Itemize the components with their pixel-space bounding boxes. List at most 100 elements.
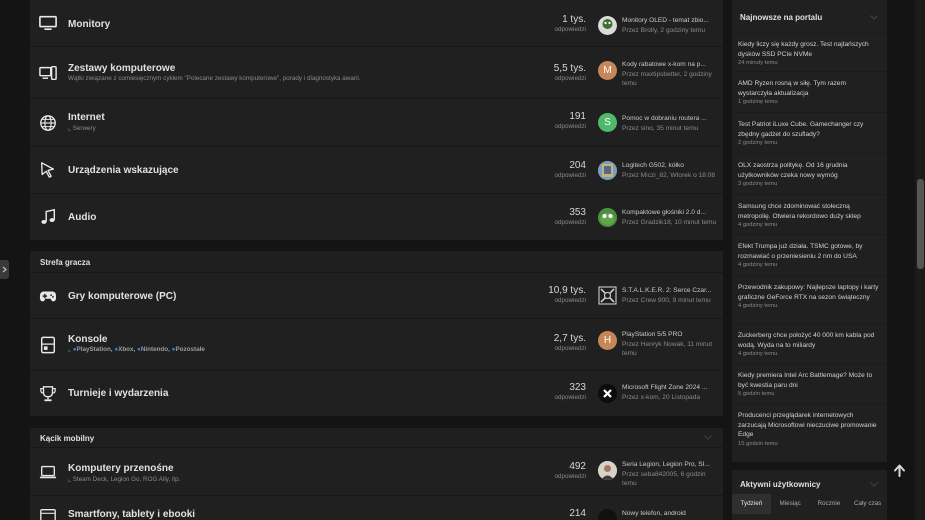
news-item[interactable]: Test Patriot iLuxe Cube. Gamechanger czy… [732, 112, 887, 153]
last-post: Logitech G502, kółko Przez Miczi_82, Wtor… [622, 161, 717, 180]
last-post-title[interactable]: Kompaktowe głośniki 2.0 d... [622, 208, 717, 218]
tab-week[interactable]: Tydzień [732, 494, 771, 514]
widget-header: Aktywni użytkownicy [732, 470, 887, 494]
category-kacik-mobilny: Kącik mobilny Komputery przenośne ⌞ Stea… [30, 428, 723, 520]
desktop-pc-icon [39, 65, 57, 80]
last-post-meta: Przez seba842005, 6 godzin temu [622, 470, 706, 488]
news-item[interactable]: Producenci przeglądarek internetowych za… [732, 403, 887, 454]
forum-title[interactable]: Gry komputerowe (PC) [68, 291, 176, 302]
forum-node-turnieje[interactable]: Turnieje i wydarzenia 323 odpowiedzi Micr… [30, 371, 723, 417]
last-post-title[interactable]: Nowy telefon, android [622, 509, 717, 519]
last-post-title[interactable]: Seria Legion, Legion Pro, SI... [622, 460, 717, 470]
chevron-down-icon[interactable] [704, 435, 712, 440]
subforum-link[interactable]: Steam Deck, Legion Go, ROG Ally, itp. [73, 476, 181, 483]
forum-title[interactable]: Smartfony, tablety i ebooki [68, 509, 195, 520]
subforum-link[interactable]: Nintendo, [141, 346, 170, 353]
category-header[interactable]: Kącik mobilny [30, 428, 723, 448]
reply-count: 5,5 tys. odpowiedzi [553, 63, 586, 82]
last-post-meta: Przez maxtipsbetter, 2 godziny temu [622, 70, 712, 88]
avatar[interactable] [598, 384, 617, 403]
forum-node-smartfony[interactable]: Smartfony, tablety i ebooki 214 Nowy tel… [30, 496, 723, 520]
laptop-icon [39, 465, 57, 478]
forum-node-urzadzenia[interactable]: Urządzenia wskazujące 204 odpowiedzi Logi… [30, 147, 723, 194]
forum-title[interactable]: Audio [68, 212, 96, 223]
avatar[interactable] [598, 286, 617, 305]
tab-month[interactable]: Miesiąc [771, 494, 810, 514]
last-post: Monitory OLED - temat zbio... Przez Broll… [622, 16, 717, 35]
music-note-icon [41, 208, 56, 224]
category-title[interactable]: Strefa gracza [40, 258, 90, 267]
trophy-icon [40, 385, 56, 401]
last-post-meta: Przez Crew 900, 9 minut temu [622, 296, 711, 304]
avatar[interactable] [598, 161, 617, 180]
forum-node-komputery-przenosne[interactable]: Komputery przenośne ⌞ Steam Deck, Legion… [30, 448, 723, 496]
forum-title[interactable]: Turnieje i wydarzenia [68, 388, 168, 399]
avatar[interactable]: S [598, 113, 617, 132]
forum-title[interactable]: Konsole [68, 334, 107, 345]
forum-description: Wątki związane z comiesięcznym cyklem "P… [68, 75, 361, 82]
subforum-link[interactable]: Serwery [73, 125, 96, 132]
news-item[interactable]: Przewodnik zakupowy: Najlepsze laptopy i… [732, 275, 887, 323]
forum-node-gry[interactable]: Gry komputerowe (PC) 10,9 tys. odpowiedzi… [30, 273, 723, 319]
news-item[interactable]: Efekt Trumpa już działa. TSMC gotowe, by… [732, 234, 887, 275]
last-post-meta: Przez Henryk Nowak, 11 minut temu [622, 340, 713, 358]
tab-year[interactable]: Rocznie [810, 494, 849, 514]
chevron-right-icon [2, 266, 7, 273]
last-post-title[interactable]: PlayStation 5/5 PRO [622, 330, 717, 340]
widget-title: Aktywni użytkownicy [740, 480, 821, 489]
avatar[interactable] [598, 16, 617, 35]
last-post-title[interactable]: Microsoft Flight Zone 2024 ... [622, 383, 717, 393]
news-item[interactable]: Zuckerberg chce położyć 40 000 km kabla … [732, 323, 887, 363]
subforum-list: ⌞ ●PlayStation, ●Xbox, ●Nintendo, ●Pozos… [68, 346, 205, 353]
forum-node-internet[interactable]: Internet ⌞ Serwery 191 odpowiedzi S Pomoc… [30, 99, 723, 147]
avatar[interactable] [598, 509, 617, 520]
avatar[interactable] [598, 208, 617, 227]
category-title[interactable]: Kącik mobilny [40, 434, 94, 443]
last-post: Pomoc w dobraniu routera ... Przez sino, … [622, 114, 717, 133]
forum-title[interactable]: Urządzenia wskazujące [68, 165, 179, 176]
forum-title[interactable]: Monitory [68, 19, 110, 30]
forum-node-konsole[interactable]: Konsole ⌞ ●PlayStation, ●Xbox, ●Nintendo… [30, 319, 723, 371]
last-post-title[interactable]: S.T.A.L.K.E.R. 2: Serce Czar... [622, 286, 717, 296]
subforum-link[interactable]: PlayStation, [77, 346, 113, 353]
sidebar-toggle-button[interactable] [0, 260, 9, 279]
avatar[interactable]: M [598, 61, 617, 80]
last-post-meta: Przez sino, 35 minut temu [622, 124, 699, 132]
news-item[interactable]: AMD Ryzen rosną w siłę. Tym razem wystar… [732, 71, 887, 112]
chevron-down-icon[interactable] [870, 482, 878, 487]
news-item[interactable]: OLX zaostrza politykę. Od 16 grudnia uży… [732, 153, 887, 194]
scrollbar[interactable] [915, 0, 925, 520]
avatar[interactable]: H [598, 331, 617, 350]
forum-node-zestawy[interactable]: Zestawy komputerowe Wątki związane z com… [30, 47, 723, 99]
avatar[interactable] [598, 461, 617, 480]
gamepad-icon [39, 291, 57, 301]
last-post: PlayStation 5/5 PRO Przez Henryk Nowak, 1… [622, 330, 717, 359]
arrow-up-icon[interactable] [892, 463, 907, 478]
forum-title[interactable]: Internet [68, 112, 105, 123]
category-header[interactable]: Strefa gracza [30, 251, 723, 273]
last-post: Microsoft Flight Zone 2024 ... Przez x-ko… [622, 383, 717, 402]
last-post-title[interactable]: Monitory OLED - temat zbio... [622, 16, 717, 26]
last-post-title[interactable]: Pomoc w dobraniu routera ... [622, 114, 717, 124]
forum-title[interactable]: Komputery przenośne [68, 463, 174, 474]
forum-title[interactable]: Zestawy komputerowe [68, 63, 175, 74]
subforum-link[interactable]: Pozostałe [175, 346, 204, 353]
news-item[interactable]: Kiedy liczy się każdy grosz. Test najtań… [732, 33, 887, 71]
forum-node-audio[interactable]: Audio 353 odpowiedzi Kompaktowe głośniki … [30, 194, 723, 241]
chevron-down-icon[interactable] [870, 15, 878, 20]
news-item[interactable]: Samsung chce zdominować stołeczną metrop… [732, 194, 887, 234]
last-post-title[interactable]: Logitech G502, kółko [622, 161, 717, 171]
category-strefa-gracza: Strefa gracza Gry komputerowe (PC) 10,9 … [30, 251, 723, 417]
last-post-title[interactable]: Kody rabatowe x-kom na p... [622, 60, 717, 70]
subforum-link[interactable]: Xbox, [118, 346, 135, 353]
news-item[interactable]: Kiedy premiera Intel Arc Battlemage? Moż… [732, 363, 887, 403]
subforum-list: ⌞ Steam Deck, Legion Go, ROG Ally, itp. [68, 476, 181, 483]
tab-all-time[interactable]: Cały czas [848, 494, 887, 514]
reply-count: 10,9 tys. odpowiedzi [548, 285, 586, 304]
cursor-pointer-icon [41, 162, 55, 178]
reply-count: 323 odpowiedzi [554, 382, 586, 401]
scrollbar-thumb[interactable] [917, 179, 924, 269]
monitor-icon [39, 15, 57, 31]
forum-node-monitory[interactable]: Monitory 1 tys. odpowiedzi Monitory OLED … [30, 0, 723, 47]
